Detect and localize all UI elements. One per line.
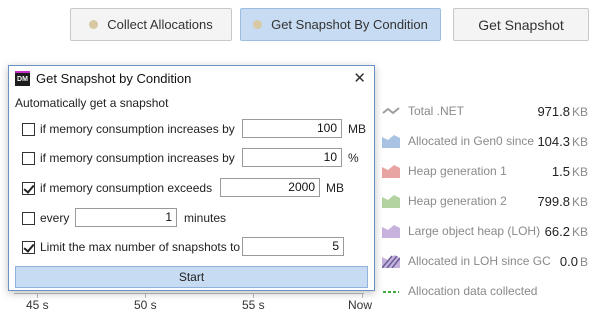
interval-minutes-input[interactable]: 1 bbox=[75, 208, 177, 227]
unit-label: minutes bbox=[184, 211, 227, 225]
unit-label: MB bbox=[348, 122, 366, 136]
get-snapshot-button[interactable]: Get Snapshot bbox=[453, 8, 589, 41]
condition-exceeds-checkbox[interactable] bbox=[22, 181, 35, 195]
condition-increase-mb-checkbox[interactable] bbox=[22, 122, 35, 136]
unit-label: % bbox=[348, 151, 359, 165]
get-snapshot-label: Get Snapshot bbox=[478, 16, 564, 33]
condition-exceeds[interactable]: if memory consumption exceeds bbox=[22, 178, 212, 198]
condition-every-checkbox[interactable] bbox=[22, 211, 35, 225]
increase-mb-input[interactable]: 100 bbox=[242, 119, 342, 138]
area-icon bbox=[382, 195, 400, 208]
max-snapshots-input[interactable]: 5 bbox=[242, 237, 344, 256]
dotmemory-app-icon: DM bbox=[15, 70, 30, 86]
collect-allocations-button[interactable]: Collect Allocations bbox=[70, 8, 232, 41]
axis-tick-label: 45 s bbox=[26, 298, 49, 312]
close-icon[interactable]: ✕ bbox=[353, 69, 366, 87]
legend-item-allocated-gen0: Allocated in Gen0 since 104.3 KB bbox=[382, 126, 596, 156]
legend-item-allocated-loh: Allocated in LOH since GC 0.0 B bbox=[382, 246, 596, 276]
line-icon bbox=[382, 107, 400, 115]
start-button[interactable]: Start bbox=[15, 266, 368, 288]
legend-item-heap-gen2: Heap generation 2 799.8 KB bbox=[382, 186, 596, 216]
legend-item-heap-gen1: Heap generation 1 1.5 KB bbox=[382, 156, 596, 186]
exceeds-mb-input[interactable]: 2000 bbox=[220, 178, 320, 197]
status-dot-icon bbox=[89, 20, 99, 29]
increase-percent-input[interactable]: 10 bbox=[242, 148, 342, 167]
unit-label: MB bbox=[326, 181, 344, 195]
dialog-title: Get Snapshot by Condition bbox=[36, 70, 192, 86]
area-icon bbox=[382, 225, 400, 238]
dashed-line-icon bbox=[383, 291, 399, 293]
snapshot-condition-dialog: DM Get Snapshot by Condition ✕ Automatic… bbox=[8, 65, 375, 291]
axis-tick-label: Now bbox=[348, 298, 373, 312]
hatched-area-icon bbox=[382, 255, 400, 268]
get-snapshot-by-condition-button[interactable]: Get Snapshot By Condition bbox=[240, 8, 441, 41]
condition-every[interactable]: every bbox=[22, 208, 69, 228]
condition-increase-percent-checkbox[interactable] bbox=[22, 151, 35, 165]
area-icon bbox=[382, 135, 400, 148]
collect-allocations-label: Collect Allocations bbox=[107, 17, 213, 32]
condition-limit-checkbox[interactable] bbox=[22, 240, 35, 254]
axis-tick-label: 50 s bbox=[134, 298, 157, 312]
get-snapshot-by-condition-label: Get Snapshot By Condition bbox=[271, 17, 428, 32]
x-axis-line bbox=[14, 293, 364, 294]
chart-legend: Total .NET 971.8 KB Allocated in Gen0 sin… bbox=[382, 96, 596, 306]
condition-increase-percent[interactable]: if memory consumption increases by bbox=[22, 148, 235, 168]
section-label: Automatically get a snapshot bbox=[15, 96, 169, 110]
legend-item-allocation-data: Allocation data collected bbox=[382, 276, 596, 306]
area-icon bbox=[382, 165, 400, 178]
condition-increase-mb[interactable]: if memory consumption increases by bbox=[22, 119, 235, 139]
axis-tick-label: 55 s bbox=[242, 298, 265, 312]
condition-limit[interactable]: Limit the max number of snapshots to bbox=[22, 237, 240, 257]
status-dot-icon bbox=[253, 20, 263, 29]
legend-item-loh: Large object heap (LOH) 66.2 KB bbox=[382, 216, 596, 246]
legend-item-total-net: Total .NET 971.8 KB bbox=[382, 96, 596, 126]
dialog-title-bar[interactable]: DM Get Snapshot by Condition bbox=[9, 66, 374, 90]
